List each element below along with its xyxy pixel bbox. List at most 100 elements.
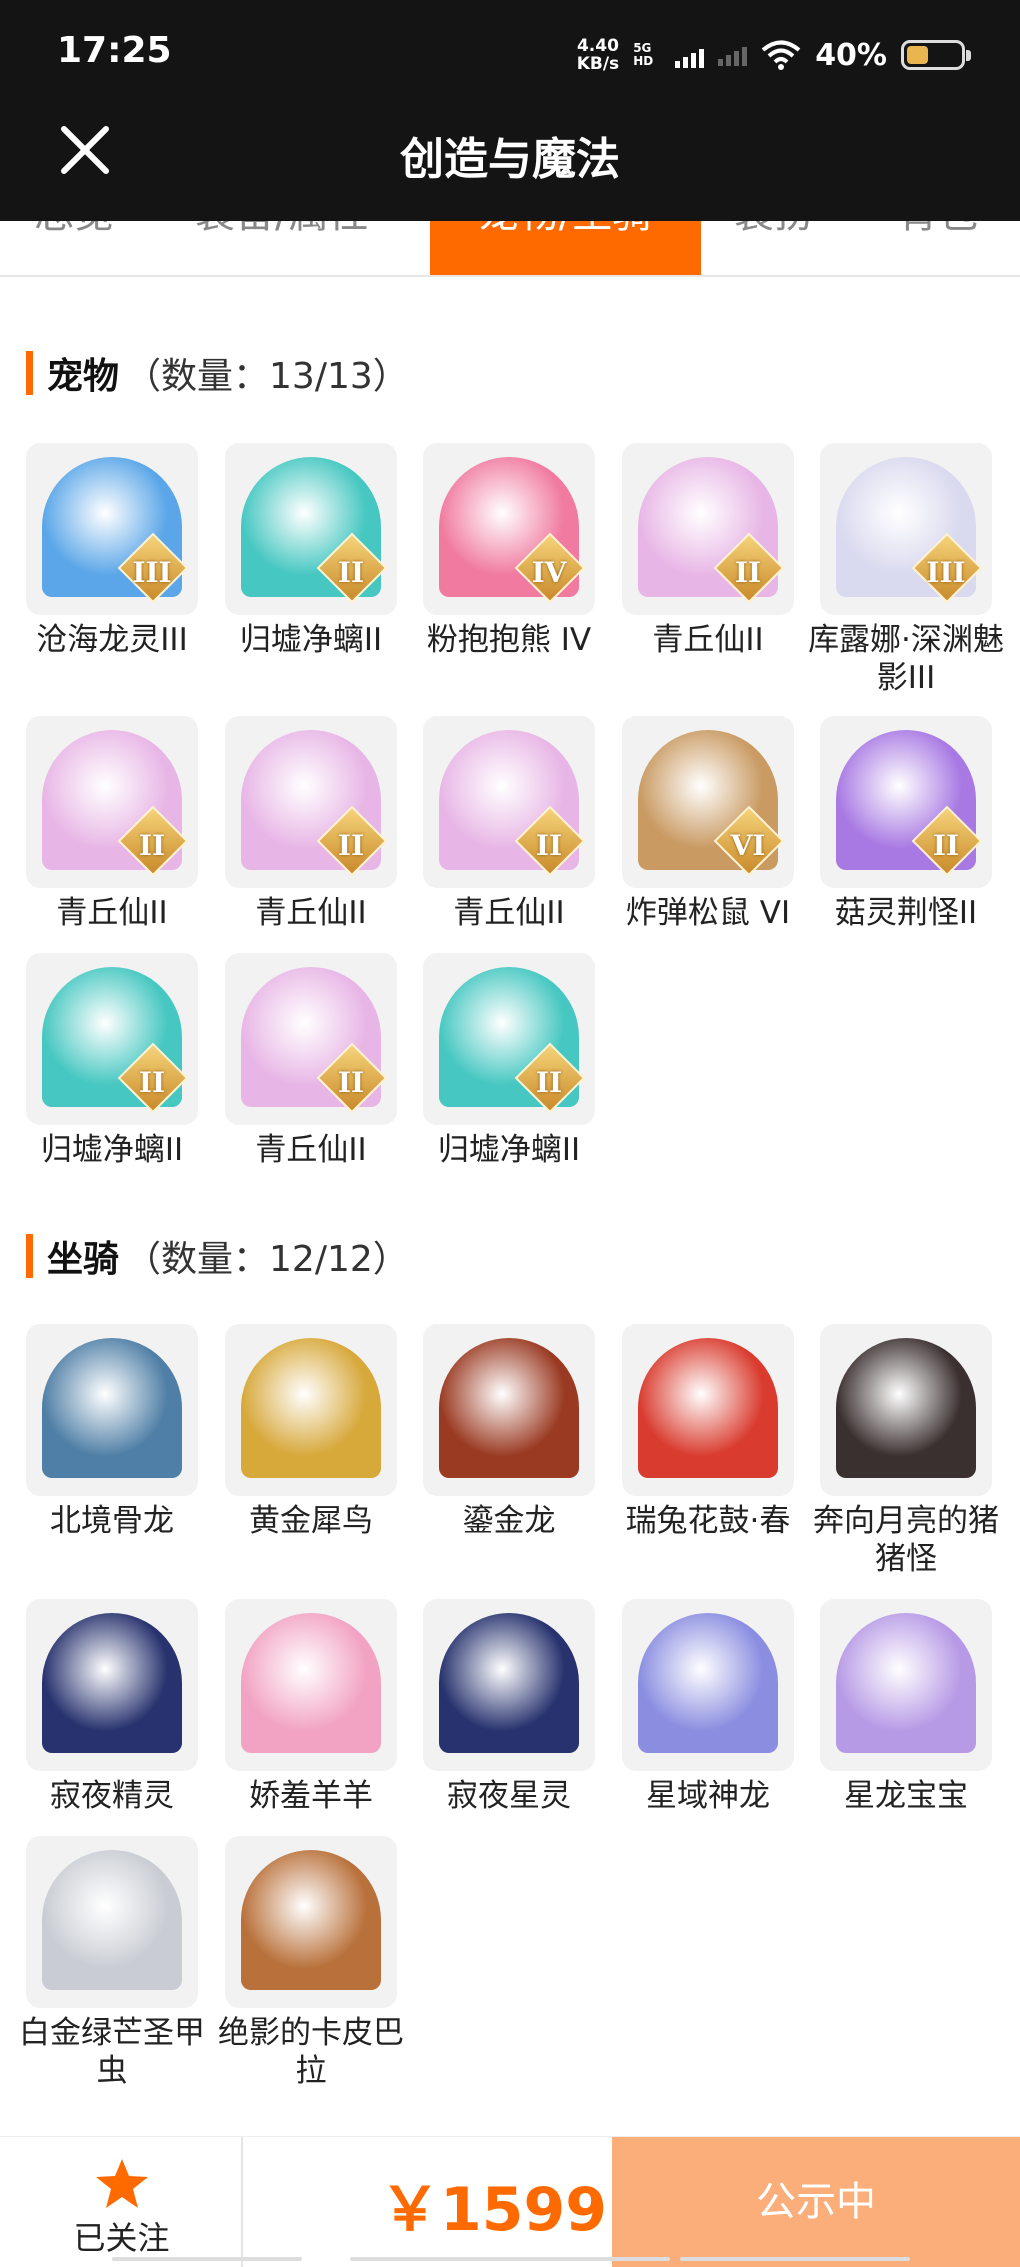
- publicity-button[interactable]: 公示中: [612, 2137, 1020, 2267]
- mount-item[interactable]: 娇羞羊羊: [225, 1599, 397, 1815]
- follow-button[interactable]: 已关注: [0, 2137, 243, 2267]
- header: 创造与魔法: [0, 110, 1020, 221]
- network-speed-value: 4.40: [576, 36, 619, 56]
- status-bar: 17:25 4.40 KB/s 5G HD 40%: [0, 0, 1020, 110]
- pet-item[interactable]: II 青丘仙II: [225, 953, 397, 1169]
- tab-equipment[interactable]: 装备/属性: [195, 221, 368, 239]
- mount-thumbnail: [820, 1324, 992, 1496]
- mount-item[interactable]: 星龙宝宝: [820, 1599, 992, 1815]
- tab-backpack[interactable]: 背包: [898, 221, 978, 239]
- mount-item[interactable]: 寂夜星灵: [423, 1599, 595, 1815]
- pet-name: 归墟净螭II: [40, 1132, 184, 1168]
- mount-item[interactable]: 奔向月亮的猪猪怪: [813, 1324, 999, 1578]
- signal-bars-secondary-icon: [718, 44, 748, 66]
- pet-item[interactable]: II 归墟净螭II: [26, 953, 198, 1169]
- pet-item[interactable]: II 归墟净螭II: [225, 443, 397, 659]
- pet-item[interactable]: VI 炸弹松鼠 VI: [622, 716, 794, 932]
- pet-name: 菇灵荆怪II: [834, 895, 978, 931]
- pet-thumbnail: III: [820, 443, 992, 615]
- rank-badge-text: II: [337, 1066, 365, 1099]
- pet-thumbnail: II: [225, 953, 397, 1125]
- network-speed-unit: KB/s: [576, 54, 620, 74]
- mount-name: 黄金犀鸟: [249, 1503, 373, 1539]
- rank-badge-text: II: [535, 1066, 563, 1099]
- pet-thumbnail: VI: [622, 716, 794, 888]
- price: ￥1599: [380, 2175, 607, 2245]
- pet-item[interactable]: II 菇灵荆怪II: [820, 716, 992, 932]
- pet-item[interactable]: II 青丘仙II: [26, 716, 198, 932]
- rank-badge-text: II: [138, 1066, 166, 1099]
- mount-thumbnail: [225, 1324, 397, 1496]
- pet-item[interactable]: III 库露娜·深渊魅影III: [808, 443, 1004, 697]
- pet-thumbnail: II: [26, 716, 198, 888]
- rank-badge-text: VI: [730, 829, 766, 862]
- tab-bar: 总览 装备/属性 宠物/坐骑 装扮 背包: [0, 221, 1020, 277]
- mount-item[interactable]: 北境骨龙: [26, 1324, 198, 1540]
- mount-name: 娇羞羊羊: [249, 1778, 373, 1814]
- mount-thumbnail: [423, 1599, 595, 1771]
- pet-item[interactable]: II 青丘仙II: [423, 716, 595, 932]
- mount-thumbnail: [26, 1836, 198, 2008]
- mount-thumbnail: [26, 1324, 198, 1496]
- character-art: [42, 1338, 182, 1478]
- bottom-bar: 已关注 ￥1599 公示中: [0, 2136, 1020, 2267]
- pet-thumbnail: IV: [423, 443, 595, 615]
- tab-pets-mounts[interactable]: 宠物/坐骑: [430, 221, 701, 275]
- mount-thumbnail: [423, 1324, 595, 1496]
- rank-badge-text: II: [535, 829, 563, 862]
- pets-count: （数量：13/13）: [125, 356, 409, 397]
- rank-badge-text: II: [337, 829, 365, 862]
- rank-badge-text: IV: [531, 556, 567, 589]
- page-title: 创造与魔法: [400, 134, 620, 185]
- wifi-icon: [761, 40, 801, 70]
- pet-name: 归墟净螭II: [437, 1132, 581, 1168]
- mount-item[interactable]: 绝影的卡皮巴拉: [218, 1836, 404, 2090]
- mount-item[interactable]: 星域神龙: [622, 1599, 794, 1815]
- rank-badge-text: II: [932, 829, 960, 862]
- network-speed: 4.40 KB/s: [577, 37, 619, 73]
- mount-item[interactable]: 黄金犀鸟: [225, 1324, 397, 1540]
- status-icons: 4.40 KB/s 5G HD 40%: [577, 28, 971, 82]
- pet-thumbnail: III: [26, 443, 198, 615]
- rank-badge-text: II: [734, 556, 762, 589]
- pet-thumbnail: II: [622, 443, 794, 615]
- pet-item[interactable]: IV 粉抱抱熊 IV: [423, 443, 595, 659]
- mount-thumbnail: [225, 1599, 397, 1771]
- mounts-section-title: 坐骑 （数量：12/12）: [26, 1231, 409, 1281]
- pet-item[interactable]: III 沧海龙灵III: [26, 443, 198, 659]
- character-art: [439, 1338, 579, 1478]
- signal-5g-icon: 5G HD: [633, 41, 705, 68]
- character-art: [241, 1338, 381, 1478]
- mount-item[interactable]: 寂夜精灵: [26, 1599, 198, 1815]
- character-art: [439, 1613, 579, 1753]
- character-art: [241, 1850, 381, 1990]
- mount-item[interactable]: 瑞兔花鼓·春: [622, 1324, 794, 1540]
- mount-name: 寂夜星灵: [447, 1778, 571, 1814]
- rank-badge-text: II: [337, 556, 365, 589]
- character-art: [638, 1613, 778, 1753]
- section-accent-bar: [26, 1234, 33, 1278]
- tab-overview[interactable]: 总览: [34, 221, 114, 239]
- mount-item[interactable]: 白金绿芒圣甲虫: [19, 1836, 205, 2090]
- mount-name: 鎏金龙: [462, 1503, 556, 1539]
- status-time: 17:25: [57, 30, 172, 71]
- pets-section-title: 宠物 （数量：13/13）: [26, 348, 409, 398]
- mount-thumbnail: [622, 1599, 794, 1771]
- tab-outfit[interactable]: 装扮: [734, 221, 814, 239]
- rank-badge-text: II: [138, 829, 166, 862]
- net-type: 5G HD: [633, 41, 654, 68]
- character-art: [42, 1613, 182, 1753]
- rank-badge-text: III: [926, 556, 966, 589]
- star-icon: [96, 2159, 148, 2208]
- home-indicator: [112, 2257, 302, 2261]
- character-art: [836, 1338, 976, 1478]
- pet-item[interactable]: II 归墟净螭II: [423, 953, 595, 1169]
- pet-item[interactable]: II 青丘仙II: [225, 716, 397, 932]
- pet-name: 青丘仙II: [453, 895, 565, 931]
- mount-name: 星域神龙: [646, 1778, 770, 1814]
- mounts-section-name: 坐骑: [47, 1239, 120, 1280]
- pet-name: 归墟净螭II: [239, 622, 383, 658]
- pet-item[interactable]: II 青丘仙II: [622, 443, 794, 659]
- mount-item[interactable]: 鎏金龙: [423, 1324, 595, 1540]
- battery-percent: 40%: [815, 37, 887, 73]
